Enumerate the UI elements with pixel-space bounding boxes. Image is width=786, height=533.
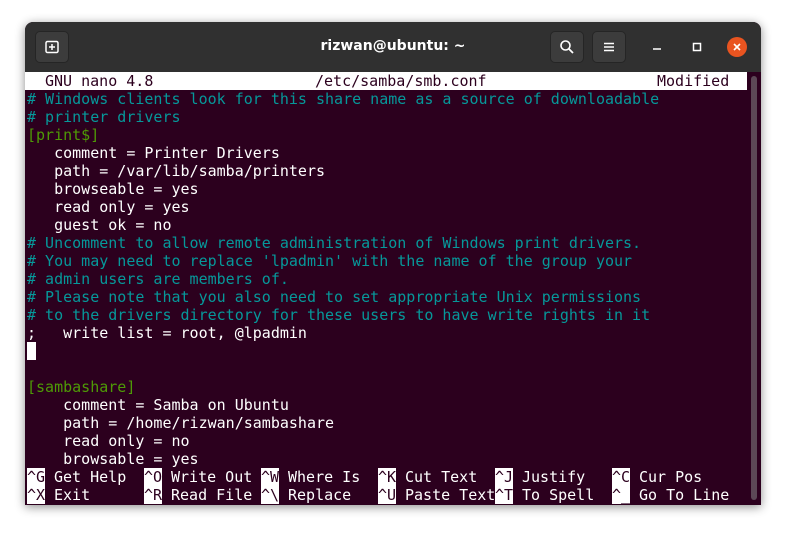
shortcut-key: ^T <box>495 486 514 504</box>
shortcut-key: ^_ <box>612 486 631 504</box>
comment-line[interactable]: # You may need to replace 'lpadmin' with… <box>27 252 632 270</box>
shortcut-key: ^J <box>495 468 514 486</box>
comment-line[interactable]: # Uncomment to allow remote administrati… <box>27 234 641 252</box>
comment-line[interactable]: # Please note that you also need to set … <box>27 288 641 306</box>
shortcut-key: ^C <box>612 468 631 486</box>
search-button[interactable] <box>550 31 584 63</box>
shortcut-label: Justify <box>522 468 586 486</box>
nano-modified-state: Modified <box>657 72 730 90</box>
section-header-line[interactable]: [print$] <box>27 126 99 144</box>
shortcut-key: ^K <box>378 468 397 486</box>
menu-button[interactable] <box>592 31 626 63</box>
comment-line[interactable]: # printer drivers <box>27 108 181 126</box>
shortcut-key: ^G <box>27 468 46 486</box>
shortcut-key: ^O <box>144 468 163 486</box>
text-cursor <box>27 342 36 360</box>
shortcut-label: Get Help <box>54 468 127 486</box>
minimize-button[interactable] <box>647 37 667 57</box>
shortcut-label: Exit <box>54 486 91 504</box>
comment-line[interactable]: # admin users are members of. <box>27 270 289 288</box>
shortcut-key: ^R <box>144 486 163 504</box>
config-line[interactable]: comment = Samba on Ubuntu <box>27 396 289 414</box>
shortcut-label: Where Is <box>288 468 361 486</box>
close-icon <box>733 43 741 51</box>
config-line[interactable]: path = /var/lib/samba/printers <box>27 162 325 180</box>
shortcut-label: Write Out <box>171 468 253 486</box>
shortcut-label: Read File <box>171 486 253 504</box>
shortcut-key: ^X <box>27 486 46 504</box>
config-line[interactable]: read only = no <box>27 432 189 450</box>
hamburger-menu-icon <box>604 42 614 52</box>
config-line[interactable]: path = /home/rizwan/sambashare <box>27 414 334 432</box>
close-button[interactable] <box>727 37 747 57</box>
shortcut-label: Go To Line <box>639 486 730 504</box>
shortcut-label: To Spell <box>522 486 595 504</box>
title-bar[interactable]: rizwan@ubuntu: ~ <box>25 22 761 72</box>
maximize-button[interactable] <box>687 37 707 57</box>
nano-filename: /etc/samba/smb.conf <box>315 72 487 90</box>
terminal-area[interactable]: GNU nano 4.8 /etc/samba/smb.conf Modifie… <box>25 72 747 505</box>
config-line[interactable]: ; write list = root, @lpadmin <box>27 324 307 342</box>
shortcut-label: Paste Text <box>405 486 496 504</box>
config-line[interactable]: read only = yes <box>27 198 189 216</box>
shortcut-key: ^W <box>261 468 280 486</box>
config-line[interactable]: browseable = yes <box>27 180 199 198</box>
nano-status-bar: GNU nano 4.8 /etc/samba/smb.conf Modifie… <box>25 72 747 90</box>
config-line[interactable]: comment = Printer Drivers <box>27 144 280 162</box>
comment-line[interactable]: # Windows clients look for this share na… <box>27 90 659 108</box>
maximize-icon <box>692 42 702 52</box>
shortcut-label: Cut Text <box>405 468 478 486</box>
shortcut-label: Replace <box>288 486 352 504</box>
search-icon <box>560 40 574 54</box>
config-line[interactable]: guest ok = no <box>27 216 171 234</box>
nano-version: GNU nano 4.8 <box>45 72 154 90</box>
terminal-window: rizwan@ubuntu: ~ GNU nano 4.8 /etc/samba… <box>25 22 761 505</box>
section-header-line[interactable]: [sambashare] <box>27 378 135 396</box>
shortcut-key: ^U <box>378 486 397 504</box>
scrollbar[interactable] <box>751 76 757 500</box>
comment-line[interactable]: # to the drivers directory for these use… <box>27 306 650 324</box>
minimize-icon <box>653 48 661 50</box>
config-line[interactable]: browsable = yes <box>27 450 198 468</box>
shortcut-label: Cur Pos <box>639 468 703 486</box>
shortcut-key: ^\ <box>261 486 280 504</box>
